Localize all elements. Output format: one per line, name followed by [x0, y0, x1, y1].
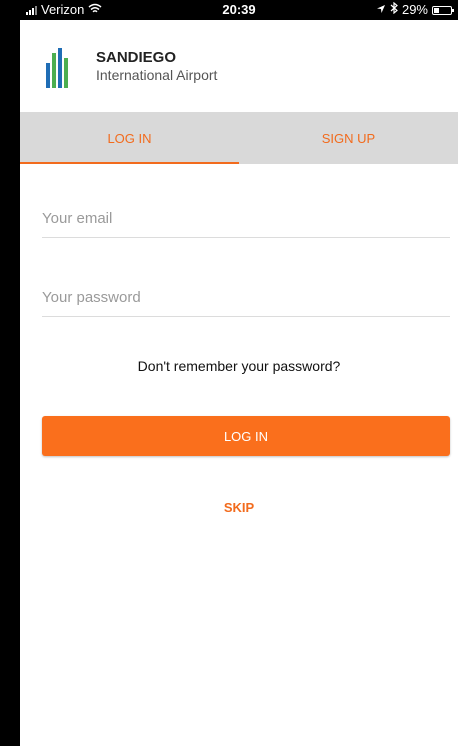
airport-subtitle: International Airport — [96, 67, 218, 83]
forgot-password-link[interactable]: Don't remember your password? — [20, 358, 458, 374]
bluetooth-icon — [390, 0, 398, 20]
status-left: Verizon — [26, 0, 102, 20]
signal-icon — [26, 5, 37, 15]
battery-level-fill — [434, 7, 439, 13]
phone-screen: Verizon 20:39 29% SANDIEGO International… — [20, 0, 458, 746]
skip-link[interactable]: SKIP — [20, 500, 458, 515]
location-arrow-icon — [376, 0, 386, 20]
app-header: SANDIEGO International Airport — [20, 20, 458, 112]
email-input[interactable] — [42, 210, 450, 238]
tab-sign-up[interactable]: SIGN UP — [239, 112, 458, 164]
carrier-label: Verizon — [41, 2, 85, 17]
auth-tabs: LOG IN SIGN UP — [20, 112, 458, 164]
wifi-icon — [88, 0, 102, 20]
log-in-button[interactable]: LOG IN — [42, 416, 450, 456]
airport-name: SANDIEGO — [96, 49, 177, 66]
battery-icon — [432, 5, 454, 15]
battery-percent: 29% — [401, 2, 428, 17]
password-input[interactable] — [42, 289, 450, 317]
status-right: 29% — [376, 0, 454, 20]
airport-logo-icon — [46, 48, 68, 88]
tab-log-in[interactable]: LOG IN — [20, 112, 239, 164]
status-bar: Verizon 20:39 29% — [20, 0, 458, 20]
